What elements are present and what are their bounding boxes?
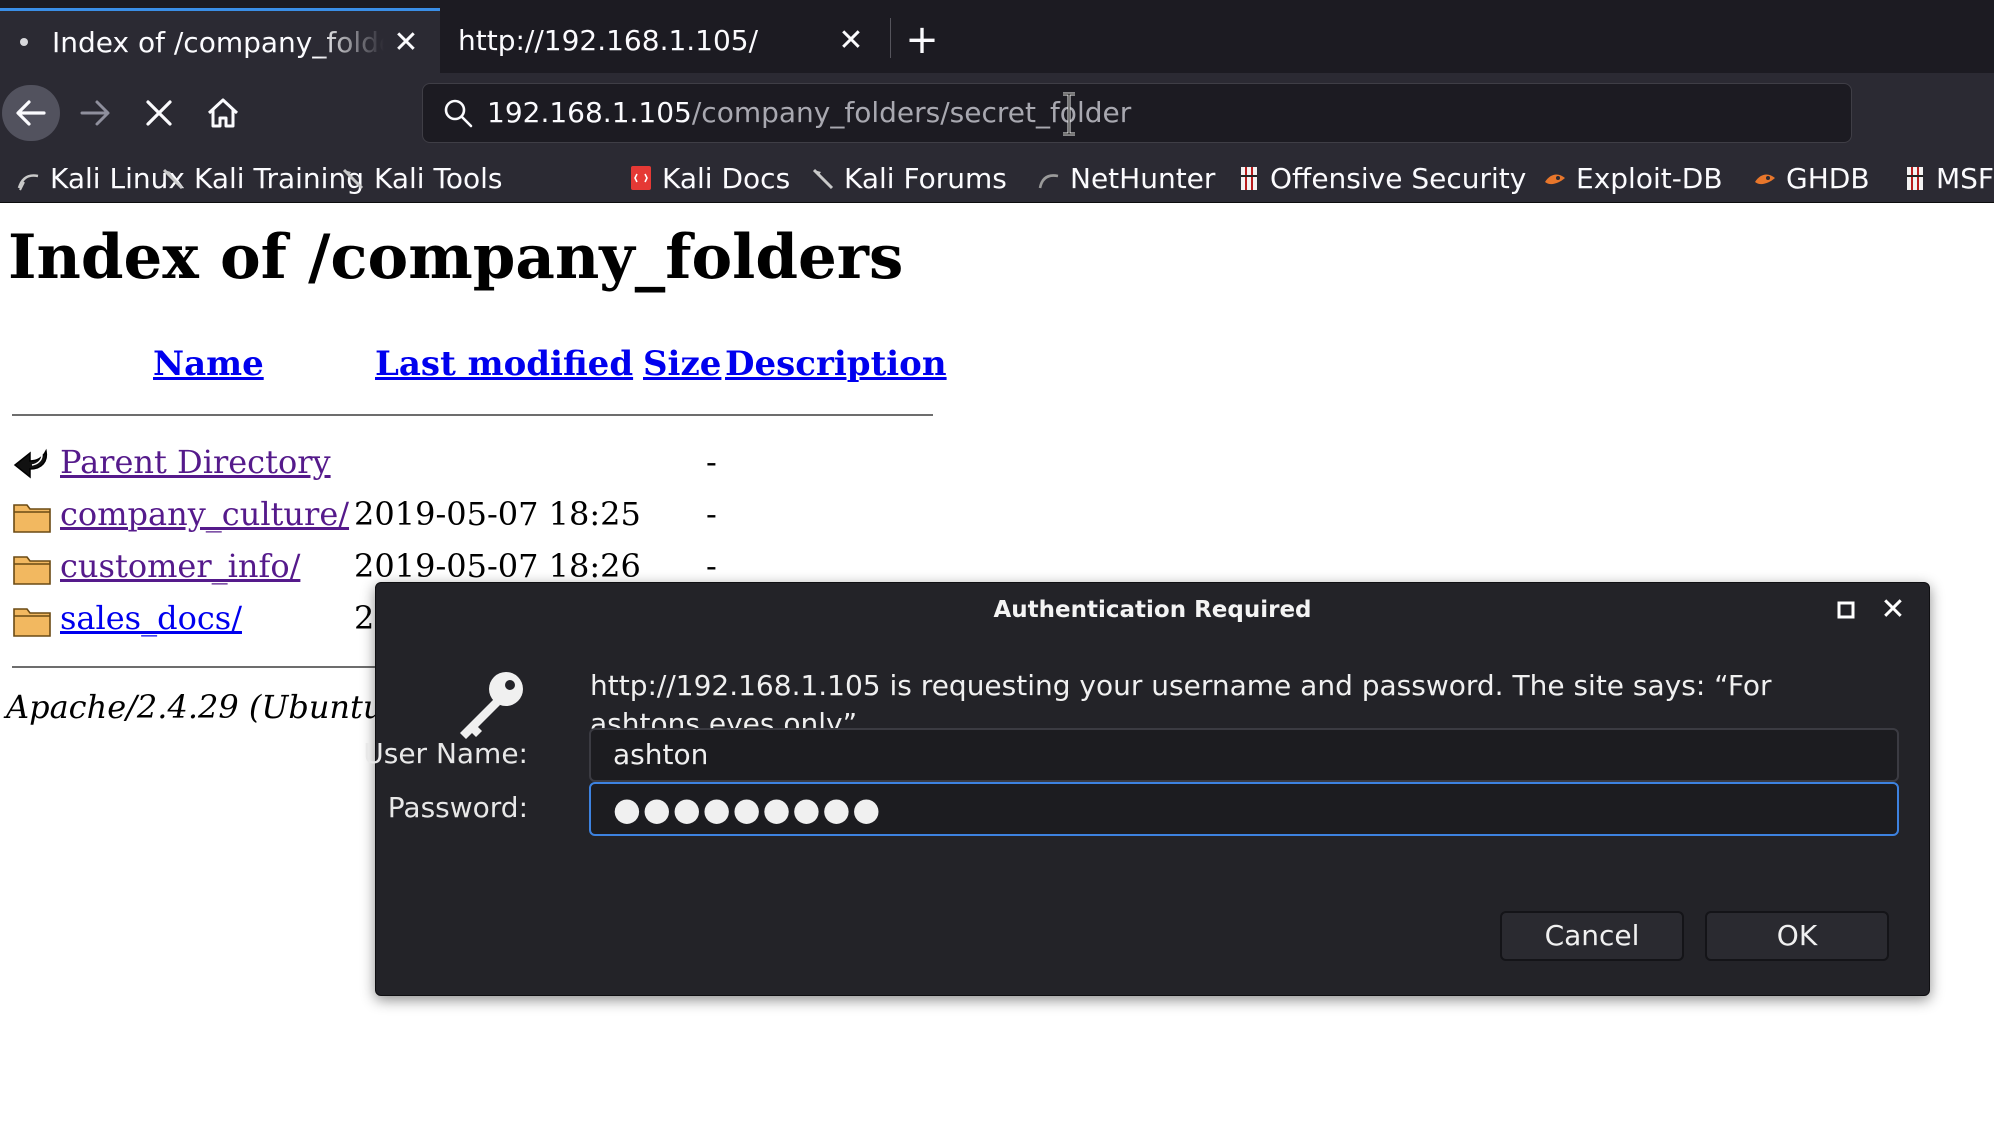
divider — [12, 414, 933, 416]
home-icon — [207, 98, 239, 128]
folder-icon — [13, 504, 51, 533]
new-tab-button[interactable]: + — [898, 14, 946, 66]
tab-strip: Index of /company_folders ✕ http://192.1… — [0, 0, 1994, 73]
close-tab-icon[interactable]: ✕ — [384, 25, 428, 60]
bookmark-label: Kali Docs — [662, 161, 791, 195]
server-signature: Apache/2.4.29 (Ubuntu — [6, 688, 384, 726]
bookmark-kali-docs[interactable]: Kali Docs — [628, 155, 790, 201]
tab-company-folders[interactable]: Index of /company_folders ✕ — [0, 8, 440, 73]
bookmark-label: MSF — [1936, 161, 1994, 195]
text-cursor-icon — [1063, 92, 1075, 136]
exploitdb-icon — [1545, 174, 1565, 185]
list-item-size: - — [706, 547, 717, 585]
password-field[interactable]: ●●●●●●●●● — [589, 782, 1899, 836]
navigation-toolbar: 192.168.1.105/company_folders/secret_fol… — [0, 73, 1994, 153]
nethunter-icon — [1038, 174, 1059, 189]
tab-title: http://192.168.1.105/ — [458, 24, 759, 57]
bookmark-offensive-security[interactable]: Offensive Security — [1236, 155, 1526, 201]
folder-icon — [13, 556, 51, 585]
dialog-titlebar[interactable]: Authentication Required ✕ — [376, 583, 1929, 637]
list-item-size: - — [706, 443, 717, 481]
home-button[interactable] — [194, 85, 252, 141]
column-header-name[interactable]: Name — [153, 344, 264, 384]
kali-dragon-icon — [162, 168, 184, 190]
column-header-size[interactable]: Size — [643, 344, 721, 384]
loading-dot-icon — [20, 38, 28, 46]
offsec-icon — [1241, 167, 1257, 190]
bookmark-nethunter[interactable]: NetHunter — [1036, 155, 1215, 201]
username-field[interactable]: ashton — [589, 728, 1899, 782]
cancel-button[interactable]: Cancel — [1500, 911, 1684, 961]
list-item-link[interactable]: customer_info/ — [60, 547, 300, 585]
stop-button[interactable] — [130, 85, 188, 141]
close-icon[interactable]: ✕ — [1878, 595, 1908, 625]
kali-dragon-icon — [17, 174, 39, 191]
back-button[interactable] — [2, 85, 60, 141]
bookmark-label: Kali Forums — [844, 161, 1007, 195]
offsec-icon — [1907, 167, 1923, 190]
tab-separator — [890, 18, 891, 58]
column-header-last-modified[interactable]: Last modified — [375, 344, 633, 384]
maximize-icon[interactable] — [1835, 599, 1857, 621]
tab-title: Index of /company_folders — [52, 25, 384, 59]
bookmark-label: Kali Tools — [374, 161, 503, 195]
kali-docs-icon — [631, 166, 651, 190]
back-arrow-icon — [16, 100, 46, 126]
dialog-title: Authentication Required — [993, 597, 1312, 623]
ok-button[interactable]: OK — [1705, 911, 1889, 961]
forward-arrow-icon — [80, 100, 110, 126]
bookmark-msf[interactable]: MSF — [1902, 155, 1994, 201]
list-item-link[interactable]: sales_docs/ — [60, 599, 242, 637]
close-tab-icon[interactable]: ✕ — [829, 23, 873, 58]
folder-icon — [13, 608, 51, 637]
list-item-date: 2 — [354, 599, 375, 637]
list-item-size: - — [706, 495, 717, 533]
kali-dragon-icon — [812, 168, 834, 190]
bookmark-label: GHDB — [1786, 161, 1870, 195]
bookmark-label: Exploit-DB — [1576, 161, 1723, 195]
key-icon — [460, 672, 523, 739]
bookmark-kali-training[interactable]: Kali Training — [160, 155, 364, 201]
bookmark-kali-forums[interactable]: Kali Forums — [810, 155, 1007, 201]
tab-host-root[interactable]: http://192.168.1.105/ ✕ — [440, 8, 885, 73]
back-arrow-icon — [13, 448, 48, 479]
password-label: Password: — [387, 791, 528, 824]
list-item-date: 2019-05-07 18:25 — [354, 495, 641, 533]
bookmarks-toolbar: Kali Linux Kali Training Kali Tools Kali… — [0, 153, 1994, 203]
exploitdb-icon — [1755, 174, 1775, 185]
bookmark-ghdb[interactable]: GHDB — [1752, 155, 1870, 201]
column-header-description[interactable]: Description — [725, 344, 947, 384]
bookmark-exploit-db[interactable]: Exploit-DB — [1542, 155, 1723, 201]
list-item-link[interactable]: Parent Directory — [60, 443, 331, 481]
browser-chrome: Index of /company_folders ✕ http://192.1… — [0, 0, 1994, 203]
bookmark-label: Kali Training — [194, 161, 364, 195]
search-icon — [444, 99, 473, 128]
list-item-link[interactable]: company_culture/ — [60, 495, 349, 533]
forward-button[interactable] — [66, 85, 124, 141]
address-bar[interactable]: 192.168.1.105/company_folders/secret_fol… — [422, 83, 1852, 143]
page-title: Index of /company_folders — [8, 222, 904, 293]
url-text[interactable]: 192.168.1.105/company_folders/secret_fol… — [487, 96, 1131, 129]
username-label: User Name: — [363, 737, 528, 770]
stop-x-icon — [146, 100, 172, 126]
bookmark-label: NetHunter — [1070, 161, 1216, 195]
url-host: 192.168.1.105 — [487, 96, 692, 129]
list-item-date: 2019-05-07 18:26 — [354, 547, 641, 585]
bookmark-kali-tools[interactable]: Kali Tools — [340, 155, 502, 201]
bookmark-label: Offensive Security — [1270, 161, 1527, 195]
auth-dialog: Authentication Required ✕ http://192.168… — [363, 582, 1930, 996]
kali-dragon-icon — [342, 168, 364, 190]
